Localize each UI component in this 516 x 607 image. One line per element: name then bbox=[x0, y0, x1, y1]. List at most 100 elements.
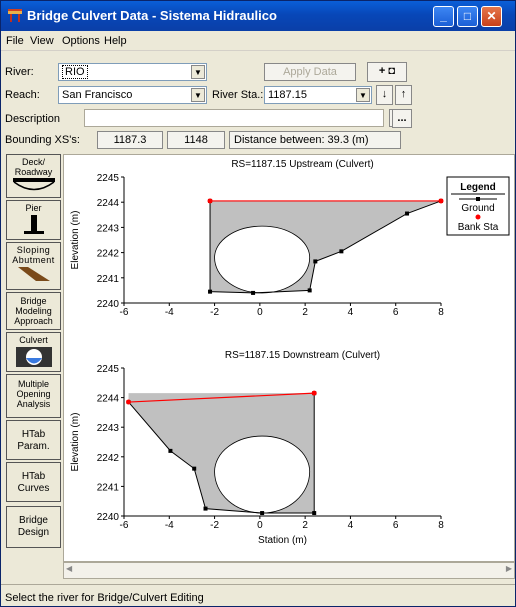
culvert-button[interactable]: Culvert bbox=[6, 332, 61, 372]
reach-select[interactable]: San Francisco ▼ bbox=[58, 86, 207, 104]
scroll-right-icon[interactable]: ▶ bbox=[506, 564, 512, 573]
river-sta-label: River Sta.: bbox=[212, 89, 264, 101]
cross-section-plots: RS=1187.15 Upstream (Culvert) -6 -4 -2 0 2 4 6 8… bbox=[70, 159, 510, 546]
y-tick-label: 2244 bbox=[97, 394, 120, 405]
sidebar-label: Bridge Modeling Approach bbox=[14, 296, 53, 326]
river-value: RIO bbox=[62, 65, 88, 79]
x-tick-label: 8 bbox=[438, 520, 444, 531]
y-tick-label: 2242 bbox=[97, 249, 120, 260]
menu-bar: File View Options Help bbox=[1, 31, 515, 51]
culvert-opening bbox=[214, 225, 311, 294]
x-tick-label: 4 bbox=[348, 520, 354, 531]
ground-point bbox=[339, 249, 344, 254]
bridge-modeling-approach-button[interactable]: Bridge Modeling Approach bbox=[6, 292, 61, 330]
y-axis-label: Elevation (m) bbox=[70, 413, 81, 472]
editor-sidebar: Deck/ Roadway Pier Sloping Abutment Brid… bbox=[6, 154, 62, 554]
legend-ground-marker bbox=[476, 197, 480, 201]
legend-title: Legend bbox=[460, 182, 496, 193]
sidebar-label: Pier bbox=[25, 203, 42, 213]
y-tick-label: 2241 bbox=[97, 482, 120, 493]
deck-roadway-button[interactable]: Deck/ Roadway bbox=[6, 154, 61, 198]
ground-point bbox=[405, 211, 410, 216]
description-field[interactable] bbox=[84, 109, 384, 127]
y-tick-label: 2245 bbox=[97, 364, 120, 375]
y-tick-label: 2240 bbox=[97, 299, 120, 310]
cross-section-plot-area[interactable]: RS=1187.15 Upstream (Culvert) -6 -4 -2 0 2 4 6 8… bbox=[63, 154, 515, 562]
apply-data-button[interactable]: Apply Data bbox=[264, 63, 356, 81]
chart-title: RS=1187.15 Downstream (Culvert) bbox=[225, 350, 380, 361]
y-tick-label: 2241 bbox=[97, 274, 120, 285]
status-bar: Select the river for Bridge/Culvert Edit… bbox=[1, 584, 515, 606]
description-label: Description bbox=[5, 113, 61, 125]
pier-button[interactable]: Pier bbox=[6, 200, 61, 240]
menu-file[interactable]: File bbox=[6, 35, 24, 47]
ground-point bbox=[203, 506, 208, 511]
y-tick-label: 2245 bbox=[97, 173, 120, 184]
ground-point bbox=[168, 448, 173, 453]
y-tick-label: 2240 bbox=[97, 512, 120, 523]
sidebar-label: Sloping Abutment bbox=[12, 245, 55, 265]
menu-view[interactable]: View bbox=[30, 35, 54, 47]
status-text: Select the river for Bridge/Culvert Edit… bbox=[5, 592, 204, 604]
chevron-down-icon[interactable]: ▼ bbox=[191, 65, 205, 79]
multiple-opening-analysis-button[interactable]: Multiple Opening Analysis bbox=[6, 374, 61, 418]
x-tick-label: -2 bbox=[210, 307, 219, 318]
camera-icon: ◘ bbox=[388, 65, 396, 77]
chart-title: RS=1187.15 Upstream (Culvert) bbox=[231, 159, 373, 170]
menu-help[interactable]: Help bbox=[104, 35, 127, 47]
close-button[interactable]: ✕ bbox=[481, 6, 502, 27]
x-tick-label: 6 bbox=[393, 307, 399, 318]
add-picture-button[interactable]: + ◘ bbox=[367, 62, 407, 82]
bridge-app-icon bbox=[8, 9, 22, 22]
y-tick-label: 2243 bbox=[97, 223, 120, 234]
x-tick-label: -6 bbox=[120, 307, 129, 318]
x-axis-label: Station (m) bbox=[258, 535, 307, 546]
ground-point bbox=[313, 259, 318, 264]
ground-point bbox=[260, 511, 265, 516]
minimize-button[interactable]: _ bbox=[433, 6, 454, 27]
river-label: River: bbox=[5, 66, 34, 78]
menu-options[interactable]: Options bbox=[62, 35, 100, 47]
ground-point bbox=[208, 289, 213, 294]
sidebar-label: Deck/ Roadway bbox=[14, 157, 53, 177]
x-tick-label: -4 bbox=[165, 520, 174, 531]
ground-point bbox=[251, 290, 256, 295]
bank-station-point bbox=[438, 198, 444, 204]
bank-station-point bbox=[311, 390, 317, 396]
sloping-abutment-button[interactable]: Sloping Abutment bbox=[6, 242, 61, 290]
culvert-opening bbox=[214, 435, 311, 514]
bounding-xs-downstream[interactable]: 1148 bbox=[167, 131, 225, 149]
scroll-left-icon[interactable]: ◀ bbox=[66, 564, 72, 573]
prev-up-arrow-icon[interactable]: ↑ bbox=[395, 85, 412, 105]
title-bar: Bridge Culvert Data - Sistema Hidraulico… bbox=[1, 1, 515, 31]
x-tick-label: 8 bbox=[438, 307, 444, 318]
chevron-down-icon[interactable]: ▼ bbox=[191, 88, 205, 102]
htab-param-button[interactable]: HTab Param. bbox=[6, 420, 61, 460]
description-expand-button[interactable]: ... bbox=[392, 109, 412, 128]
x-tick-label: 0 bbox=[257, 520, 263, 531]
y-tick-label: 2242 bbox=[97, 453, 120, 464]
y-tick-label: 2243 bbox=[97, 423, 120, 434]
legend-bank-marker bbox=[475, 214, 481, 220]
sidebar-label: Bridge Design bbox=[17, 515, 50, 538]
x-tick-label: 0 bbox=[257, 307, 263, 318]
x-tick-label: 4 bbox=[348, 307, 354, 318]
horizontal-scrollbar[interactable]: ◀ ▶ bbox=[63, 562, 515, 579]
sidebar-label: HTab Curves bbox=[17, 471, 50, 494]
x-tick-label: 2 bbox=[302, 307, 308, 318]
x-tick-label: 6 bbox=[393, 520, 399, 531]
y-axis-label: Elevation (m) bbox=[70, 211, 81, 270]
next-down-arrow-icon[interactable]: ↓ bbox=[376, 85, 393, 105]
river-sta-select[interactable]: 1187.15 ▼ bbox=[264, 86, 372, 104]
abutment-icon bbox=[17, 267, 50, 281]
bounding-xs-upstream[interactable]: 1187.3 bbox=[97, 131, 163, 149]
htab-curves-button[interactable]: HTab Curves bbox=[6, 462, 61, 502]
x-tick-label: -2 bbox=[210, 520, 219, 531]
bridge-design-button[interactable]: Bridge Design bbox=[6, 506, 61, 548]
river-select[interactable]: RIO ▼ bbox=[58, 63, 207, 81]
chevron-down-icon[interactable]: ▼ bbox=[356, 88, 370, 102]
ground-point bbox=[307, 288, 312, 293]
x-tick-label: 2 bbox=[302, 520, 308, 531]
reach-value: San Francisco bbox=[62, 89, 133, 101]
maximize-button[interactable]: □ bbox=[457, 6, 478, 27]
